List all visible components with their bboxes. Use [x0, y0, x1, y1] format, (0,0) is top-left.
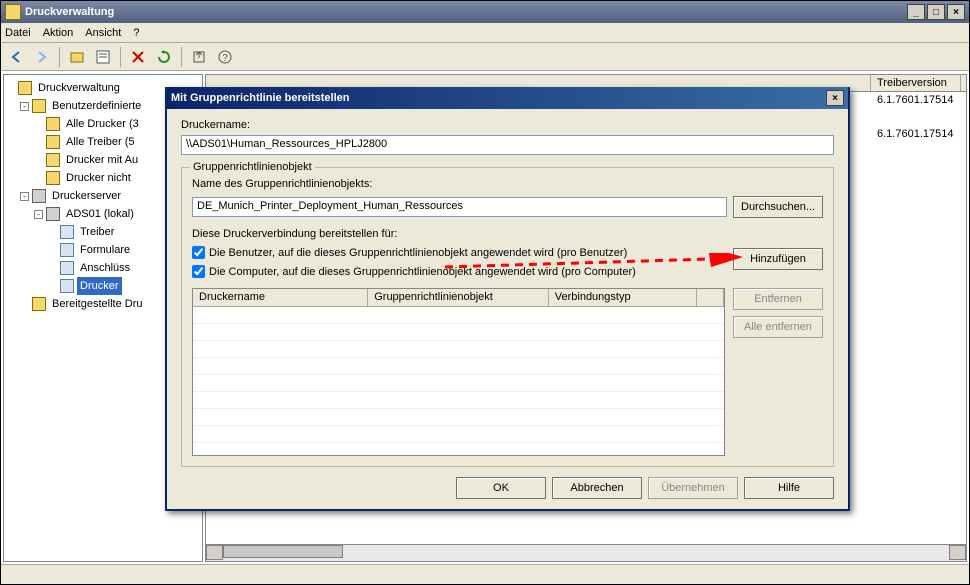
scrollbar-horizontal[interactable] [205, 545, 967, 562]
dialog-footer: OK Abbrechen Übernehmen Hilfe [181, 467, 834, 499]
scroll-thumb[interactable] [223, 545, 343, 558]
help-button[interactable]: Hilfe [744, 477, 834, 499]
menu-view[interactable]: Ansicht [85, 27, 121, 39]
table-body[interactable] [193, 307, 724, 455]
folder-icon [46, 135, 60, 149]
printer-icon [60, 279, 74, 293]
export-button[interactable] [188, 46, 210, 68]
server-icon [46, 207, 60, 221]
scroll-left-button[interactable] [206, 545, 223, 560]
deploy-for-label: Diese Druckerverbindung bereitstellen fü… [192, 228, 823, 240]
remove-all-button: Alle entfernen [733, 316, 823, 338]
menubar: Datei Aktion Ansicht ? [1, 23, 969, 43]
folder-icon [32, 99, 46, 113]
list-col-version[interactable]: Treiberversion [871, 75, 961, 91]
browse-button[interactable]: Durchsuchen... [733, 196, 823, 218]
scroll-track[interactable] [223, 545, 949, 561]
folder-icon [18, 81, 32, 95]
checkbox-per-user-label: Die Benutzer, auf die dieses Gruppenrich… [209, 247, 627, 259]
checkbox-per-computer[interactable] [192, 265, 205, 278]
properties-button[interactable] [92, 46, 114, 68]
deploy-gpo-dialog: Mit Gruppenrichtlinie bereitstellen × Dr… [165, 87, 850, 511]
add-button[interactable]: Hinzufügen [733, 248, 823, 270]
menu-action[interactable]: Aktion [43, 27, 74, 39]
forward-button[interactable] [31, 46, 53, 68]
dialog-title: Mit Gruppenrichtlinie bereitstellen [171, 92, 349, 104]
dialog-titlebar[interactable]: Mit Gruppenrichtlinie bereitstellen × [167, 87, 848, 109]
folder-button[interactable] [66, 46, 88, 68]
checkbox-per-user[interactable] [192, 246, 205, 259]
folder-icon [46, 117, 60, 131]
gpo-name-field[interactable]: DE_Munich_Printer_Deployment_Human_Resso… [192, 197, 727, 217]
app-icon [5, 4, 21, 20]
port-icon [60, 261, 74, 275]
cancel-button[interactable]: Abbrechen [552, 477, 642, 499]
remove-button: Entfernen [733, 288, 823, 310]
gpo-name-label: Name des Gruppenrichtlinienobjekts: [192, 178, 823, 190]
gpo-groupbox: Gruppenrichtlinienobjekt Name des Gruppe… [181, 167, 834, 467]
folder-icon [46, 171, 60, 185]
scroll-right-button[interactable] [949, 545, 966, 560]
table-col-gpo[interactable]: Gruppenrichtlinienobjekt [368, 289, 549, 306]
server-icon [32, 189, 46, 203]
minimize-button[interactable]: _ [907, 4, 925, 20]
table-col-type[interactable]: Verbindungstyp [549, 289, 698, 306]
apply-button: Übernehmen [648, 477, 738, 499]
toolbar: ? [1, 43, 969, 71]
dialog-close-button[interactable]: × [826, 90, 844, 106]
table-header[interactable]: Druckername Gruppenrichtlinienobjekt Ver… [193, 289, 724, 307]
ok-button[interactable]: OK [456, 477, 546, 499]
collapse-icon[interactable]: - [34, 210, 43, 219]
close-button[interactable]: × [947, 4, 965, 20]
menu-file[interactable]: Datei [5, 27, 31, 39]
collapse-icon[interactable]: - [20, 192, 29, 201]
checkbox-per-computer-row[interactable]: Die Computer, auf die dieses Gruppenrich… [192, 265, 725, 278]
help-button[interactable]: ? [214, 46, 236, 68]
checkbox-per-computer-label: Die Computer, auf die dieses Gruppenrich… [209, 266, 636, 278]
window-title: Druckverwaltung [25, 6, 114, 18]
printer-name-field[interactable]: \\ADS01\Human_Ressources_HPLJ2800 [181, 135, 834, 155]
table-col-blank[interactable] [697, 289, 724, 306]
gpo-group-title: Gruppenrichtlinienobjekt [190, 161, 315, 173]
table-col-printer[interactable]: Druckername [193, 289, 368, 306]
folder-icon [32, 297, 46, 311]
folder-icon [46, 153, 60, 167]
statusbar [1, 564, 969, 584]
driver-icon [60, 225, 74, 239]
list-cell-version: 6.1.7601.17514 [871, 127, 959, 141]
maximize-button[interactable]: □ [927, 4, 945, 20]
svg-text:?: ? [222, 53, 228, 64]
list-cell-version: 6.1.7601.17514 [871, 93, 959, 107]
checkbox-per-user-row[interactable]: Die Benutzer, auf die dieses Gruppenrich… [192, 246, 725, 259]
main-titlebar[interactable]: Druckverwaltung _ □ × [1, 1, 969, 23]
back-button[interactable] [5, 46, 27, 68]
forms-icon [60, 243, 74, 257]
refresh-button[interactable] [153, 46, 175, 68]
delete-button[interactable] [127, 46, 149, 68]
printer-name-label: Druckername: [181, 119, 834, 131]
collapse-icon[interactable]: - [20, 102, 29, 111]
menu-help[interactable]: ? [133, 27, 139, 39]
deployment-table[interactable]: Druckername Gruppenrichtlinienobjekt Ver… [192, 288, 725, 456]
